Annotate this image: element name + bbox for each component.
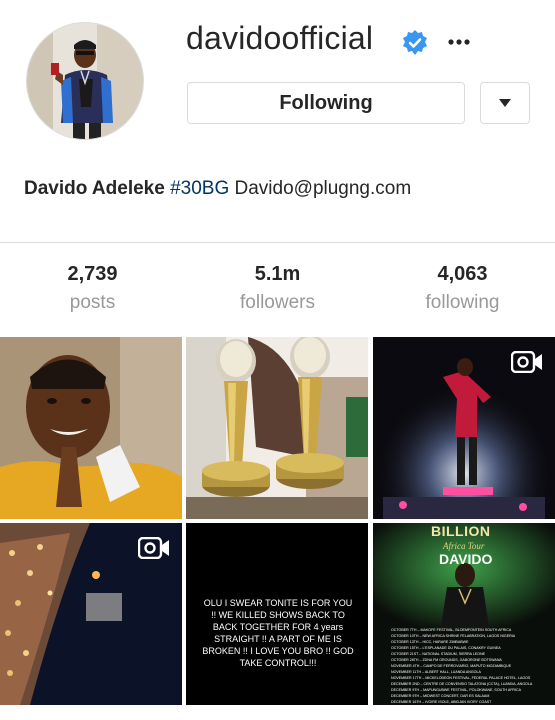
stat-posts-label: posts bbox=[69, 292, 116, 313]
post-thumbnail[interactable] bbox=[0, 337, 182, 519]
post-thumbnail[interactable]: OLU I SWEAR TONITE IS FOR YOU !! WE KILL… bbox=[186, 523, 368, 705]
profile-avatar[interactable] bbox=[26, 22, 144, 140]
post-image bbox=[186, 337, 368, 519]
post-grid: OLU I SWEAR TONITE IS FOR YOU !! WE KILL… bbox=[0, 337, 555, 720]
stat-following-count: 4,063 bbox=[437, 263, 488, 285]
stat-posts-count: 2,739 bbox=[67, 263, 118, 285]
post-thumbnail[interactable]: BILLION Africa Tour DAVIDO OCTOBER 7TH –… bbox=[373, 523, 555, 705]
stat-following-label: following bbox=[425, 292, 500, 313]
stat-followers-label: followers bbox=[240, 292, 315, 313]
bio-contact: Davido@plugng.com bbox=[234, 178, 412, 199]
video-icon bbox=[138, 537, 169, 559]
bio-full-name: Davido Adeleke bbox=[24, 178, 165, 199]
stat-followers-count: 5.1m bbox=[254, 263, 301, 285]
post-quote-text: OLU I SWEAR TONITE IS FOR YOU !! WE KILL… bbox=[202, 598, 354, 668]
post-thumbnail[interactable] bbox=[0, 523, 182, 705]
post-thumbnail[interactable] bbox=[186, 337, 368, 519]
post-thumbnail[interactable] bbox=[373, 337, 555, 519]
video-icon bbox=[511, 351, 542, 373]
profile-header: davidoofficial Following bbox=[0, 0, 555, 160]
stat-posts[interactable]: 2,739 posts bbox=[0, 243, 185, 336]
schedule-line: DECEMBER 16TH – IVOIRE ISOLE, ABIDJAN IV… bbox=[391, 700, 492, 704]
avatar-image bbox=[27, 23, 143, 139]
stat-followers[interactable]: 5.1m followers bbox=[185, 243, 370, 336]
profile-stats: 2,739 posts 5.1m followers 4,063 followi… bbox=[0, 243, 555, 336]
profile-bio: Davido Adeleke #30BG Davido@plugng.com bbox=[24, 178, 411, 200]
poster-subtitle: Africa Tour bbox=[443, 541, 485, 551]
username: davidoofficial bbox=[186, 20, 374, 56]
chevron-down-icon bbox=[499, 99, 511, 107]
following-button[interactable]: Following bbox=[187, 82, 465, 124]
bio-hashtag-link[interactable]: #30BG bbox=[170, 178, 229, 199]
more-options-icon[interactable] bbox=[446, 28, 472, 54]
poster-title: BILLION bbox=[431, 523, 491, 539]
verified-badge-icon bbox=[403, 30, 427, 55]
stat-following[interactable]: 4,063 following bbox=[370, 243, 555, 336]
suggestions-dropdown-button[interactable] bbox=[480, 82, 530, 124]
poster-name: DAVIDO bbox=[439, 551, 493, 567]
poster-schedule: OCTOBER 7TH – MAKOFE FESTIVAL, BLOEMFONT… bbox=[391, 627, 541, 705]
post-image bbox=[0, 337, 182, 519]
